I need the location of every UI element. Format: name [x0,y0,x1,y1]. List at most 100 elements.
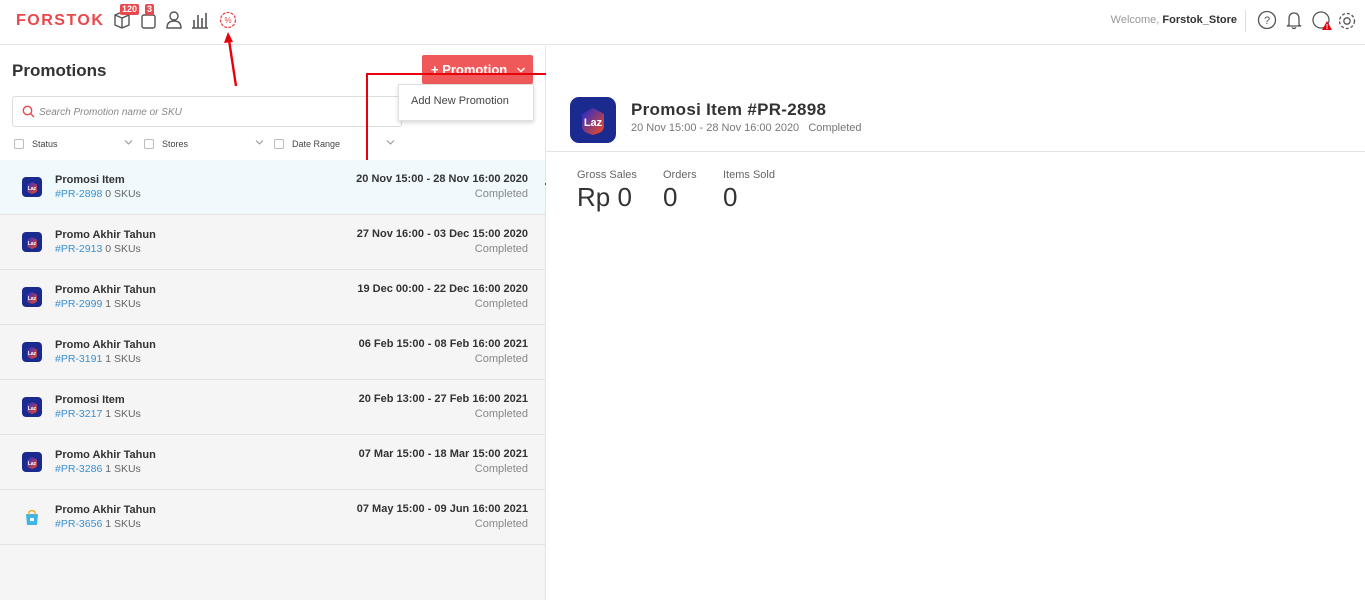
lazada-icon: Laz [22,177,42,197]
welcome-text: Welcome, Forstok_Store [1110,14,1237,26]
sku-count: 0 SKUs [105,243,141,255]
promotion-name: Promo Akhir Tahun [55,229,156,241]
help-icon[interactable]: ? [1257,10,1279,32]
promotion-meta: #PR-2913 0 SKUs [55,243,141,255]
page-title: Promotions [12,61,107,80]
stat-value: 0 [663,182,678,212]
promotion-meta: #PR-2999 1 SKUs [55,298,141,310]
status-filter[interactable]: Status [14,137,58,151]
bar-chart-icon[interactable] [190,10,212,32]
svg-text:Laz: Laz [28,186,37,192]
shopping-bag-icon [22,507,42,527]
sku-count: 1 SKUs [105,353,141,365]
forstok-logo[interactable]: FORSTOK [16,12,104,30]
search-input[interactable] [39,103,389,121]
stat-value: 0 [723,182,738,212]
svg-text:Laz: Laz [28,241,37,247]
promotion-name: Promosi Item [55,174,125,186]
promotion-row[interactable]: Laz Promosi Item #PR-3217 1 SKUs 20 Feb … [0,380,545,435]
promotion-detail: Laz Promosi Item #PR-2898 20 Nov 15:00 -… [546,46,1365,600]
lazada-icon: Laz [22,287,42,307]
gear-icon[interactable] [1336,10,1358,32]
promotion-meta: #PR-3656 1 SKUs [55,518,141,530]
promotion-list: Laz Promosi Item #PR-2898 0 SKUs 20 Nov … [0,160,545,545]
promotion-row[interactable]: Promo Akhir Tahun #PR-3656 1 SKUs 07 May… [0,490,545,545]
svg-text:Laz: Laz [28,461,37,467]
gross-sales-stat: Gross Sales Rp 0 [577,169,637,213]
box-icon[interactable]: 120 [112,4,140,32]
stat-label: Gross Sales [577,169,637,181]
promotion-status: Completed [474,298,528,310]
promotion-name: Promo Akhir Tahun [55,449,156,461]
promotion-row[interactable]: Laz Promo Akhir Tahun #PR-3286 1 SKUs 07… [0,435,545,490]
svg-text:?: ? [1264,15,1270,27]
divider [546,151,1365,152]
promotion-row[interactable]: Laz Promosi Item #PR-2898 0 SKUs 20 Nov … [0,160,545,215]
promotion-id[interactable]: #PR-3191 [55,353,102,365]
top-bar: FORSTOK 120 3 % Welcome, Forstok_Store ?… [0,0,1365,45]
svg-text:Laz: Laz [28,296,37,302]
lazada-icon: Laz [22,342,42,362]
promotion-name: Promosi Item [55,394,125,406]
svg-text:Laz: Laz [584,117,603,129]
divider [1245,10,1246,32]
promotion-dates: 20 Nov 15:00 - 28 Nov 16:00 2020 [356,173,528,185]
bell-icon[interactable] [1284,10,1306,32]
sku-count: 1 SKUs [105,298,141,310]
promotion-dates: 07 Mar 15:00 - 18 Mar 15:00 2021 [358,448,528,460]
sku-count: 1 SKUs [105,408,141,420]
alert-icon[interactable]: ! [1311,10,1333,32]
promotion-id[interactable]: #PR-2898 [55,188,102,200]
lazada-icon: Laz [22,397,42,417]
promotion-dates: 27 Nov 16:00 - 03 Dec 15:00 2020 [356,228,528,240]
username: Forstok_Store [1162,14,1237,26]
search-icon [22,105,35,118]
package-icon[interactable]: 3 [139,4,161,32]
promotion-row[interactable]: Laz Promo Akhir Tahun #PR-3191 1 SKUs 06… [0,325,545,380]
promotion-status: Completed [474,518,528,530]
sku-count: 0 SKUs [105,188,141,200]
promotion-status: Completed [474,408,528,420]
promotion-name: Promo Akhir Tahun [55,339,156,351]
date-range-checkbox[interactable] [274,139,284,149]
items-sold-stat: Items Sold 0 [723,169,775,213]
detail-subtitle: 20 Nov 15:00 - 28 Nov 16:00 2020 Complet… [631,122,862,134]
stat-label: Items Sold [723,169,775,181]
promotion-meta: #PR-3286 1 SKUs [55,463,141,475]
promotion-id[interactable]: #PR-2999 [55,298,102,310]
promotion-status: Completed [474,188,528,200]
promotion-status: Completed [474,243,528,255]
stores-filter[interactable]: Stores [144,137,188,151]
promotion-id[interactable]: #PR-2913 [55,243,102,255]
stores-checkbox[interactable] [144,139,154,149]
promotion-row[interactable]: Laz Promo Akhir Tahun #PR-2913 0 SKUs 27… [0,215,545,270]
promotion-dates: 19 Dec 00:00 - 22 Dec 16:00 2020 [357,283,528,295]
promotion-row[interactable]: Laz Promo Akhir Tahun #PR-2999 1 SKUs 19… [0,270,545,325]
date-range-filter[interactable]: Date Range [274,137,340,151]
stat-label: Orders [663,169,697,181]
packages-badge: 3 [145,4,155,15]
lazada-icon: Laz [22,232,42,252]
status-checkbox[interactable] [14,139,24,149]
promotion-icon[interactable]: % [218,10,240,32]
chevron-down-icon[interactable] [255,139,264,146]
promotion-id[interactable]: #PR-3217 [55,408,102,420]
promotion-status: Completed [474,463,528,475]
user-icon[interactable] [164,10,186,32]
lazada-icon: Laz [22,452,42,472]
promotion-name: Promo Akhir Tahun [55,284,156,296]
chevron-down-icon[interactable] [124,139,133,146]
promotion-dates: 20 Feb 13:00 - 27 Feb 16:00 2021 [358,393,528,405]
promotion-id[interactable]: #PR-3656 [55,518,102,530]
promotions-panel: Promotions Status Stores Date Range + Pr… [0,46,550,600]
svg-text:%: % [224,16,231,25]
promotion-name: Promo Akhir Tahun [55,504,156,516]
lazada-icon: Laz [570,97,616,143]
promotion-dates: 07 May 15:00 - 09 Jun 16:00 2021 [356,503,528,515]
promotion-id[interactable]: #PR-3286 [55,463,102,475]
sku-count: 1 SKUs [105,518,141,530]
promotion-meta: #PR-3191 1 SKUs [55,353,141,365]
promotion-meta: #PR-3217 1 SKUs [55,408,141,420]
svg-text:Laz: Laz [28,406,37,412]
search-box[interactable] [12,96,402,127]
